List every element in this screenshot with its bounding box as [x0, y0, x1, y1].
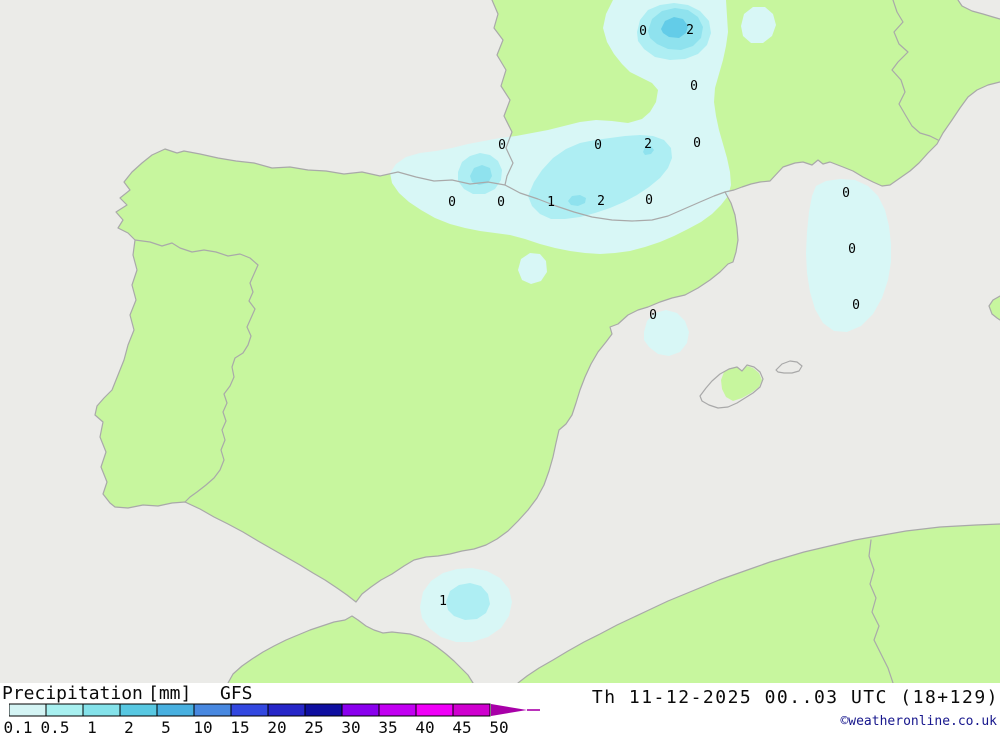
color-scale-bar: [9, 703, 540, 717]
scale-segment: [230, 703, 269, 717]
scale-segment: [45, 703, 84, 717]
legend-model: GFS: [220, 683, 253, 704]
scale-segment: [9, 703, 47, 717]
scale-tick: 25: [304, 718, 324, 733]
value-label: 2: [686, 23, 694, 38]
scale-overflow-arrow: [491, 704, 527, 716]
scale-tick: 30: [341, 718, 361, 733]
value-label: 0: [594, 138, 602, 153]
scale-segment: [82, 703, 121, 717]
legend-footer: Precipitation [mm] GFS 0.1 0.5 1 2 5 10 …: [0, 683, 1000, 733]
precipitation-map: 0 2 0 0 0 2 0 0 0 1 2 0 0 0 0 0 1: [0, 0, 1000, 683]
value-label: 0: [842, 186, 850, 201]
value-label: 0: [448, 195, 456, 210]
value-label: 0: [693, 136, 701, 151]
scale-segment: [304, 703, 343, 717]
scale-segment: [119, 703, 158, 717]
legend-unit: [mm]: [148, 683, 192, 704]
value-label: 0: [639, 24, 647, 39]
scale-tick: 20: [267, 718, 287, 733]
value-label: 0: [649, 308, 657, 323]
scale-tick: 10: [193, 718, 213, 733]
legend-title: Precipitation: [2, 683, 143, 704]
scale-segment: [378, 703, 417, 717]
scale-tick: 5: [161, 718, 171, 733]
scale-tick: 15: [230, 718, 250, 733]
scale-segment: [415, 703, 454, 717]
scale-tick: 2: [124, 718, 134, 733]
scale-segment: [267, 703, 306, 717]
scale-tick: 50: [489, 718, 509, 733]
value-label: 0: [852, 298, 860, 313]
scale-tick: 0.5: [40, 718, 70, 733]
scale-segment: [156, 703, 195, 717]
scale-segment: [193, 703, 232, 717]
scale-tick: 35: [378, 718, 398, 733]
value-label: 0: [848, 242, 856, 257]
scale-tick: 45: [452, 718, 472, 733]
weather-map-screenshot: 0 2 0 0 0 2 0 0 0 1 2 0 0 0 0 0 1 Precip…: [0, 0, 1000, 733]
value-label: 0: [690, 79, 698, 94]
value-label: 0: [645, 193, 653, 208]
value-label: 2: [644, 137, 652, 152]
value-label: 1: [547, 195, 555, 210]
scale-segment: [452, 703, 491, 717]
scale-tick: 40: [415, 718, 435, 733]
scale-segment: [341, 703, 380, 717]
valid-time-label: Th 11-12-2025 00..03 UTC (18+129): [591, 687, 999, 708]
value-label: 0: [498, 138, 506, 153]
value-label: 1: [439, 594, 447, 609]
value-label: 0: [497, 195, 505, 210]
scale-tick: 0.1: [3, 718, 33, 733]
value-label: 2: [597, 194, 605, 209]
copyright-label[interactable]: ©weatheronline.co.uk: [840, 714, 997, 729]
scale-tick: 1: [87, 718, 97, 733]
